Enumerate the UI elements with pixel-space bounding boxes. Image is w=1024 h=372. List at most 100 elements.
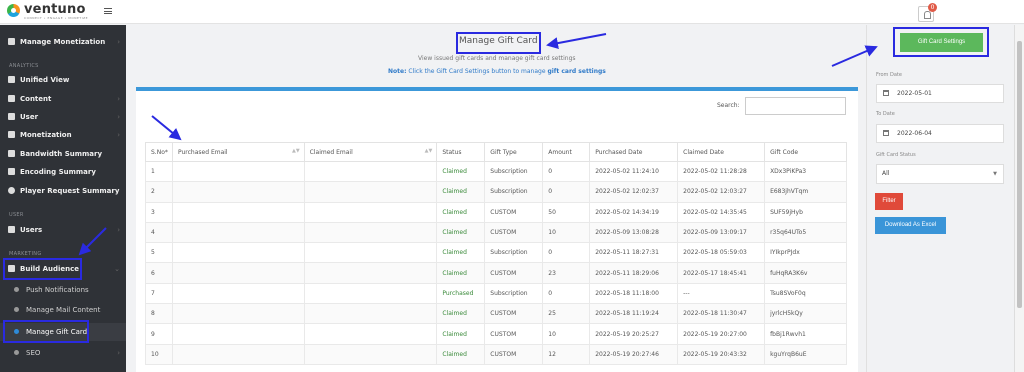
cell-gift-type: CUSTOM bbox=[484, 343, 544, 365]
mail-icon bbox=[14, 307, 19, 312]
sidebar-item-unified-view[interactable]: Unified View bbox=[0, 71, 126, 89]
column-header-claimed-date[interactable]: Claimed Date bbox=[677, 142, 766, 162]
cell-amount: 25 bbox=[542, 303, 591, 325]
dollar-icon bbox=[8, 38, 15, 45]
cell-gift-type: CUSTOM bbox=[484, 303, 544, 325]
cell-sno: 10 bbox=[145, 343, 173, 365]
gift-card-status-label: Gift Card Status bbox=[876, 152, 916, 158]
sidebar-item-bandwidth-summary[interactable]: Bandwidth Summary bbox=[0, 145, 126, 163]
chevron-right-icon: › bbox=[117, 95, 120, 103]
check-square-icon bbox=[8, 131, 15, 138]
cell-gift-type: Subscription bbox=[484, 242, 544, 264]
sidebar-section-marketing: MARKETING bbox=[9, 251, 42, 257]
cell-amount: 10 bbox=[542, 323, 591, 345]
cell-claimed-date: --- bbox=[677, 282, 766, 305]
table-row[interactable]: 4 Claimed CUSTOM 10 2022-05-09 13:08:28 2022-… bbox=[145, 221, 847, 244]
cell-gift-type: Subscription bbox=[484, 282, 544, 305]
column-header-sno[interactable]: S.No* bbox=[145, 142, 173, 162]
cell-sno: 3 bbox=[145, 201, 173, 223]
table-row[interactable]: 6 Claimed CUSTOM 23 2022-05-11 18:29:06 2022-… bbox=[145, 262, 847, 284]
from-date-value: 2022-05-01 bbox=[897, 90, 932, 97]
column-header-gift-code[interactable]: Gift Code bbox=[764, 142, 847, 162]
sidebar-subitem-push-notifications[interactable]: Push Notifications bbox=[0, 281, 126, 299]
cell-purchased-date: 2022-05-02 14:34:19 bbox=[589, 201, 679, 223]
table-row[interactable]: 9 Claimed CUSTOM 10 2022-05-19 20:25:27 2022-… bbox=[145, 323, 847, 345]
sidebar-subitem-seo[interactable]: SEO › bbox=[0, 344, 126, 362]
brand-tagline: CONNECT • ENGAGE • MONETIZE bbox=[24, 16, 89, 20]
sidebar-item-label: Bandwidth Summary bbox=[20, 150, 103, 158]
cell-amount: 0 bbox=[542, 181, 591, 203]
column-header-label: Status bbox=[442, 148, 462, 156]
cell-gift-type: CUSTOM bbox=[484, 221, 544, 244]
cell-amount: 0 bbox=[542, 160, 591, 183]
play-icon bbox=[8, 187, 15, 194]
filter-button[interactable]: Filter bbox=[875, 193, 903, 210]
cell-purchased-email bbox=[171, 323, 305, 345]
gift-card-status-select[interactable]: All ▼ bbox=[876, 164, 1004, 184]
cell-claimed-date: 2022-05-02 12:03:27 bbox=[677, 181, 766, 203]
page-scrollbar[interactable] bbox=[1014, 25, 1024, 372]
chart-icon bbox=[8, 168, 15, 175]
cell-gift-type: Subscription bbox=[484, 160, 544, 183]
download-excel-button[interactable]: Download As Excel bbox=[875, 217, 946, 234]
from-date-field[interactable]: 2022-05-01 bbox=[876, 84, 1004, 103]
table-row[interactable]: 2 Claimed Subscription 0 2022-05-02 12:02:37… bbox=[145, 181, 847, 203]
cell-purchased-email bbox=[171, 181, 305, 203]
cell-claimed-date: 2022-05-02 11:28:28 bbox=[677, 160, 766, 183]
sort-icon: ▲▼ bbox=[291, 148, 300, 154]
table-row[interactable]: 10 Claimed CUSTOM 12 2022-05-19 20:27:46 2022… bbox=[145, 343, 847, 365]
cell-status: Claimed bbox=[436, 181, 486, 203]
cell-purchased-date: 2022-05-11 18:29:06 bbox=[589, 262, 679, 284]
cell-claimed-email bbox=[303, 343, 438, 365]
scrollbar-thumb[interactable] bbox=[1017, 41, 1022, 308]
cell-purchased-email bbox=[171, 201, 305, 223]
cell-purchased-email bbox=[171, 221, 305, 244]
sidebar-item-monetization[interactable]: Monetization › bbox=[0, 126, 126, 144]
cell-amount: 10 bbox=[542, 221, 591, 244]
column-header-purchased-email[interactable]: Purchased Email ▲▼ bbox=[171, 142, 305, 162]
column-header-label: Gift Type bbox=[490, 148, 517, 156]
chevron-right-icon: › bbox=[117, 349, 120, 357]
sidebar-item-encoding-summary[interactable]: Encoding Summary bbox=[0, 163, 126, 181]
column-header-label: Claimed Date bbox=[683, 148, 724, 156]
cell-claimed-email bbox=[303, 242, 438, 264]
to-date-field[interactable]: 2022-06-04 bbox=[876, 124, 1004, 143]
cell-sno: 1 bbox=[145, 160, 173, 183]
sidebar-item-user[interactable]: User › bbox=[0, 108, 126, 126]
sidebar-item-content[interactable]: Content › bbox=[0, 90, 126, 108]
sidebar-item-users[interactable]: Users › bbox=[0, 221, 126, 239]
sidebar-item-manage-monetization[interactable]: Manage Monetization › bbox=[0, 33, 126, 51]
column-header-claimed-email[interactable]: Claimed Email ▲▼ bbox=[303, 142, 438, 162]
sidebar-item-player-request-summary[interactable]: Player Request Summary bbox=[0, 182, 126, 200]
cell-gift-code: jyrlcH5kQy bbox=[764, 303, 847, 325]
cell-sno: 9 bbox=[145, 323, 173, 345]
column-header-status[interactable]: Status bbox=[436, 142, 486, 162]
search-input[interactable] bbox=[745, 97, 846, 115]
cell-gift-code: IYIkprPJdx bbox=[764, 242, 847, 264]
cell-claimed-date: 2022-05-17 18:45:41 bbox=[677, 262, 766, 284]
cell-sno: 4 bbox=[145, 221, 173, 244]
table-row[interactable]: 5 Claimed Subscription 0 2022-05-11 18:27:31… bbox=[145, 242, 847, 264]
table-row[interactable]: 1 Claimed Subscription 0 2022-05-02 11:24:10… bbox=[145, 160, 847, 183]
chart-icon bbox=[8, 76, 15, 83]
cell-status: Claimed bbox=[436, 221, 486, 244]
search-label: Search: bbox=[717, 102, 740, 109]
table-row[interactable]: 7 Purchased Subscription 0 2022-05-18 11:18:… bbox=[145, 282, 847, 305]
brand-name: ventuno bbox=[24, 2, 86, 17]
hamburger-menu-icon[interactable] bbox=[104, 8, 112, 14]
sidebar-subitem-manage-mail-content[interactable]: Manage Mail Content bbox=[0, 301, 126, 319]
cell-purchased-email bbox=[171, 303, 305, 325]
cell-amount: 0 bbox=[542, 242, 591, 264]
column-header-amount[interactable]: Amount bbox=[542, 142, 591, 162]
sidebar-section-analytics: ANALYTICS bbox=[9, 63, 39, 69]
cell-sno: 7 bbox=[145, 282, 173, 305]
note-link[interactable]: gift card settings bbox=[547, 68, 605, 75]
column-header-purchased-date[interactable]: Purchased Date bbox=[589, 142, 679, 162]
table-row[interactable]: 3 Claimed CUSTOM 50 2022-05-02 14:34:19 2022-… bbox=[145, 201, 847, 223]
cell-claimed-email bbox=[303, 221, 438, 244]
table-row[interactable]: 8 Claimed CUSTOM 25 2022-05-18 11:19:24 2022-… bbox=[145, 303, 847, 325]
cell-purchased-date: 2022-05-11 18:27:31 bbox=[589, 242, 679, 264]
column-header-gift-type[interactable]: Gift Type bbox=[484, 142, 544, 162]
sidebar-section-user: USER bbox=[9, 212, 24, 218]
chevron-right-icon: › bbox=[117, 131, 120, 139]
